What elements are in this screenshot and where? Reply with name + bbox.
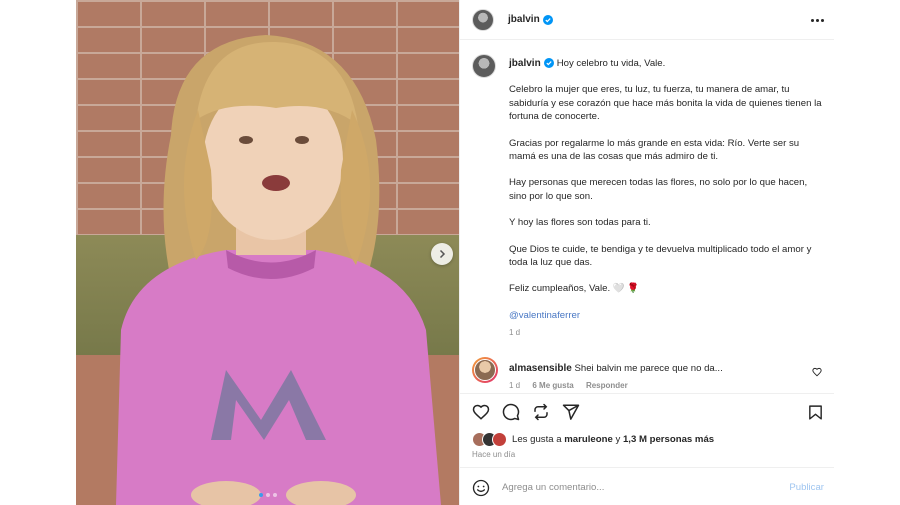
author-username[interactable]: jbalvin xyxy=(508,14,540,25)
more-icon-dot xyxy=(815,18,819,22)
post-actions: Les gusta a maruleone y 1,3 M personas m… xyxy=(460,393,834,468)
publish-button[interactable]: Publicar xyxy=(789,482,824,493)
post-side-panel: jbalvin jbalvin Hoy celebro tu vida, Vale… xyxy=(459,0,834,505)
verified-badge-icon xyxy=(543,58,554,68)
comment-timestamp: 1 d xyxy=(509,381,521,390)
emoji-icon[interactable] xyxy=(472,479,490,497)
post-caption: jbalvin Hoy celebro tu vida, Vale. Celebr… xyxy=(472,54,822,340)
send-icon xyxy=(562,404,580,420)
caption-username[interactable]: jbalvin xyxy=(509,58,541,69)
likes-user[interactable]: maruleone xyxy=(564,434,613,445)
reply-button[interactable]: Responder xyxy=(586,381,628,390)
likes-prefix: Les gusta a xyxy=(512,434,562,445)
save-button[interactable] xyxy=(805,402,825,422)
add-comment-bar: Agrega un comentario... Publicar xyxy=(460,470,834,505)
comment-icon xyxy=(502,403,520,421)
carousel-dot xyxy=(265,493,270,497)
caption-paragraph: Celebro la mujer que eres, tu luz, tu fu… xyxy=(509,84,822,123)
comment-item: almasensible Shei balvin me parece que n… xyxy=(472,357,822,397)
caption-author-avatar[interactable] xyxy=(472,54,496,78)
comment-likes[interactable]: 6 Me gusta xyxy=(532,381,573,390)
author-avatar[interactable] xyxy=(472,8,494,31)
comment-meta: 1 d 6 Me gusta Responder xyxy=(509,381,638,390)
carousel-dot xyxy=(258,493,263,497)
likes-summary[interactable]: Les gusta a maruleone y 1,3 M personas m… xyxy=(472,432,714,447)
share-icon xyxy=(534,403,548,421)
caption-timestamp: 1 d xyxy=(509,328,521,338)
caption-paragraph: Feliz cumpleaños, Vale. 🤍 🌹 xyxy=(509,283,640,295)
send-button[interactable] xyxy=(561,402,581,422)
caption-paragraph: Hay personas que merecen todas las flore… xyxy=(509,177,808,202)
child-photo xyxy=(116,35,441,505)
share-button[interactable] xyxy=(531,402,551,422)
carousel-indicator xyxy=(76,493,459,497)
heart-icon xyxy=(472,404,490,420)
post-time-ago: Hace un día xyxy=(472,450,516,459)
comment-heart-icon[interactable] xyxy=(812,367,822,377)
post-header: jbalvin xyxy=(460,0,834,40)
save-icon xyxy=(808,404,822,420)
commenter-avatar[interactable] xyxy=(472,357,498,383)
like-button[interactable] xyxy=(471,402,491,422)
caption-paragraph: Y hoy las flores son todas para ti. xyxy=(509,217,651,229)
next-photo-button[interactable] xyxy=(431,243,453,265)
caption-paragraph: Que Dios te cuide, te bendiga y te devue… xyxy=(509,243,812,269)
more-icon-dot xyxy=(810,18,814,22)
caption-paragraph: Gracias por regalarme lo más grande en e… xyxy=(509,137,800,163)
more-icon-dot xyxy=(820,18,824,22)
comment-input[interactable]: Agrega un comentario... xyxy=(502,482,604,493)
comment-button[interactable] xyxy=(501,402,521,422)
chevron-right-icon xyxy=(439,249,446,259)
post-photo xyxy=(76,0,459,505)
liker-avatar xyxy=(492,432,507,447)
mention-link[interactable]: @valentinaferrer xyxy=(509,309,822,322)
likes-joiner: y xyxy=(615,434,621,445)
caption-first-line: Hoy celebro tu vida, Vale. xyxy=(556,58,666,69)
more-options-button[interactable] xyxy=(808,11,826,29)
verified-badge-icon xyxy=(542,14,553,25)
commenter-username[interactable]: almasensible xyxy=(509,363,572,374)
comment-text: Shei balvin me parece que no da... xyxy=(574,363,723,374)
likes-count[interactable]: 1,3 M personas más xyxy=(623,434,714,445)
carousel-dot xyxy=(272,493,277,497)
comment-text-line: almasensible Shei balvin me parece que n… xyxy=(509,363,723,374)
